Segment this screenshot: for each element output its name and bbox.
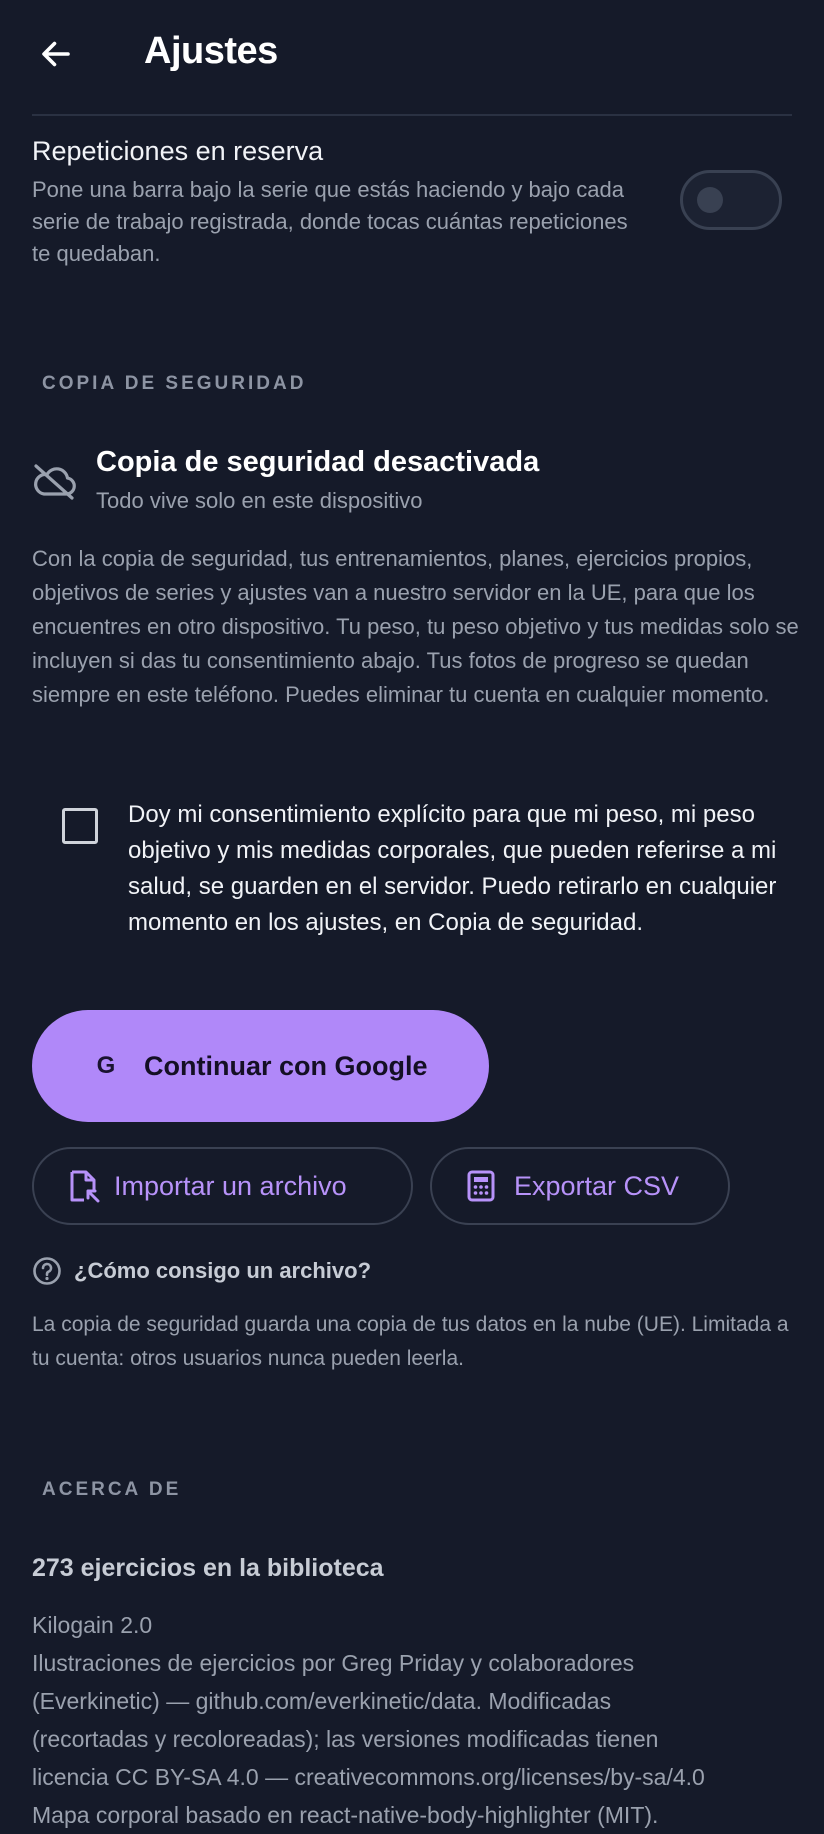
help-link-label: ¿Cómo consigo un archivo?: [74, 1258, 372, 1283]
import-button-label: Importar un archivo: [114, 1170, 347, 1201]
about-line: (Everkinetic) — github.com/everkinetic/d…: [32, 1688, 612, 1714]
backup-status-title: Copia de seguridad desactivada: [96, 446, 540, 478]
consent-checkbox[interactable]: [62, 808, 98, 844]
toggle-knob: [697, 187, 723, 213]
about-line: Kilogain 2.0: [32, 1612, 153, 1638]
about-line: licencia CC BY-SA 4.0 — creativecommons.…: [32, 1764, 705, 1790]
rir-setting-title: Repeticiones en reserva: [32, 136, 324, 166]
header-divider: [32, 114, 792, 116]
google-button-label: Continuar con Google: [144, 1050, 428, 1081]
import-file-button[interactable]: Importar un archivo: [32, 1147, 413, 1225]
google-icon: G: [96, 1052, 116, 1079]
continue-with-google-button[interactable]: G Continuar con Google: [32, 1010, 489, 1122]
about-line: (recortadas y recoloreadas); las version…: [32, 1726, 659, 1752]
cloud-off-icon: [34, 464, 76, 500]
consent-text[interactable]: Doy mi consentimiento explícito para que…: [128, 797, 778, 941]
export-button-label: Exportar CSV: [514, 1170, 680, 1201]
exercise-library-count: 273 ejercicios en la biblioteca: [32, 1554, 384, 1582]
section-label-backup: COPIA DE SEGURIDAD: [42, 373, 307, 394]
app-header: Ajustes: [0, 0, 824, 112]
how-to-get-file-link[interactable]: ¿Cómo consigo un archivo?: [32, 1254, 371, 1288]
file-import-icon: [70, 1170, 100, 1203]
export-csv-button[interactable]: Exportar CSV: [430, 1147, 730, 1225]
rir-setting-description: Pone una barra bajo la serie que estás h…: [32, 177, 628, 266]
section-label-about: ACERCA DE: [42, 1479, 182, 1500]
about-text: Kilogain 2.0 Ilustraciones de ejercicios…: [32, 1606, 812, 1834]
calculator-icon: [467, 1170, 495, 1202]
help-circle-icon: [33, 1257, 61, 1285]
about-line: Ilustraciones de ejercicios por Greg Pri…: [32, 1650, 635, 1676]
back-button[interactable]: [28, 26, 84, 82]
page-title: Ajustes: [144, 30, 278, 72]
backup-help-description: La copia de seguridad guarda una copia d…: [32, 1313, 789, 1370]
rir-toggle[interactable]: [680, 170, 782, 230]
backup-description: Con la copia de seguridad, tus entrenami…: [32, 546, 799, 707]
about-line: Mapa corporal basado en react-native-bod…: [32, 1802, 659, 1828]
arrow-left-icon: [42, 41, 70, 67]
backup-status-subtitle: Todo vive solo en este dispositivo: [96, 488, 423, 513]
